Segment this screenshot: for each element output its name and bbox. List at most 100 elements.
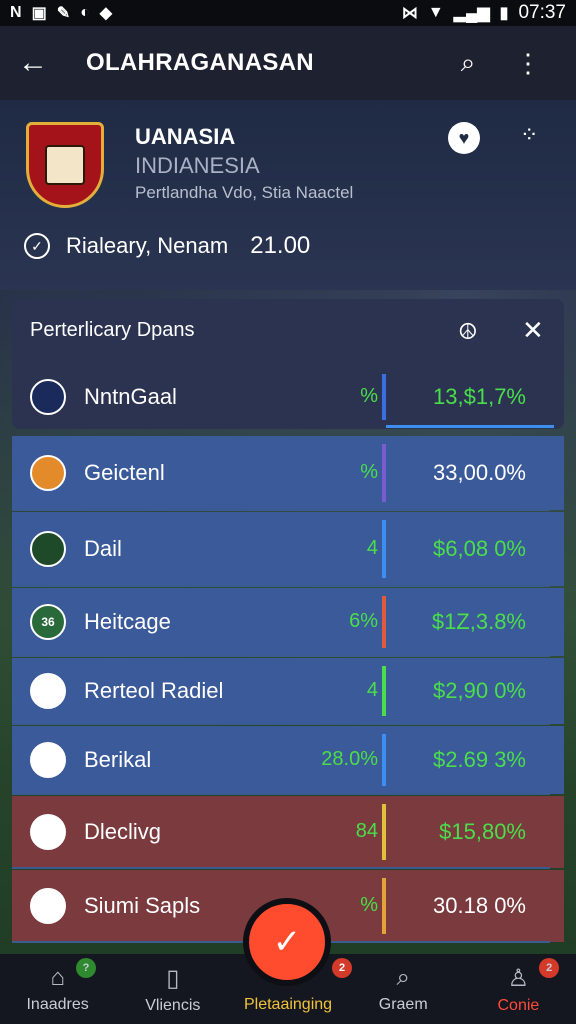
battery-icon: ▮ xyxy=(499,5,509,22)
row-divider-bar xyxy=(382,878,386,934)
club-logo-icon xyxy=(30,379,66,415)
row-name: Berikal xyxy=(84,747,152,772)
row-divider-bar xyxy=(382,520,386,578)
row-percentage: % xyxy=(360,894,378,916)
team-description: Pertlandha Vdo, Stia Naactel xyxy=(135,183,354,202)
row-value: $2,90 0% xyxy=(433,678,526,703)
club-logo-icon xyxy=(30,455,66,491)
row-percentage: % xyxy=(360,385,378,407)
club-logo-icon xyxy=(30,742,66,778)
row-separator xyxy=(12,585,550,587)
edit-icon: ✎ xyxy=(56,5,71,22)
nav-label: Inaadres xyxy=(26,996,89,1013)
row-percentage: 84 xyxy=(355,820,378,842)
row-divider-bar xyxy=(382,804,386,860)
row-divider-bar xyxy=(382,444,386,502)
active-underline xyxy=(386,425,554,428)
row-percentage: % xyxy=(360,461,378,483)
row-separator xyxy=(12,723,550,725)
nav-item-home[interactable]: ⌂ Inaadres ? xyxy=(0,954,115,1024)
back-arrow-icon[interactable]: ← xyxy=(18,46,68,80)
home-icon: ⌂ xyxy=(50,964,65,991)
close-icon[interactable]: ✕ xyxy=(522,315,544,346)
row-name: Heitcage xyxy=(84,609,171,634)
nav-label: Vliencis xyxy=(145,996,201,1014)
match-time: 21.00 xyxy=(250,232,311,259)
row-name: Rerteol Radiel xyxy=(84,678,224,703)
row-divider-bar xyxy=(382,734,386,786)
row-name: NntnGaal xyxy=(84,384,177,409)
row-divider-bar xyxy=(382,596,386,648)
nav-label: Pletaainging xyxy=(243,996,333,1013)
row-separator xyxy=(12,655,550,657)
more-vert-icon[interactable]: ⋮ xyxy=(498,48,558,79)
team-crest-icon xyxy=(26,122,104,208)
nav-item-profile[interactable]: ♙ Conie 2 xyxy=(461,954,576,1024)
no-signal-icon: ⋈ xyxy=(401,5,418,22)
team-subtitle: INDIANESIA xyxy=(135,153,260,178)
check-fab-button[interactable]: ✓ xyxy=(243,898,331,986)
status-bar: N ▣ ✎ ◐ ◆ ⋈ ▼ ▂▄▆ ▮ 07:37 xyxy=(0,0,576,26)
clock-icon: ✓ xyxy=(24,233,50,259)
search-icon[interactable]: ⌕ xyxy=(438,47,498,79)
match-label: Rialeary, Nenam xyxy=(66,233,229,258)
nav-label: Conie xyxy=(497,996,540,1014)
nav-item-clipboard[interactable]: ▯ Vliencis xyxy=(115,954,230,1024)
row-value: $2.69 3% xyxy=(433,747,526,772)
row-percentage: 4 xyxy=(366,679,378,701)
n-icon: N xyxy=(10,4,22,21)
grid-menu-icon[interactable]: ⁘ xyxy=(520,122,538,148)
row-name: Dail xyxy=(84,536,122,561)
stats-row[interactable]: NntnGaal% 13,$1,7% xyxy=(12,366,564,428)
club-logo-icon xyxy=(30,888,66,924)
row-separator xyxy=(12,793,550,795)
search-icon: ⌕ xyxy=(396,964,410,991)
clipboard-icon: ▯ xyxy=(166,964,180,992)
row-value: $15,80% xyxy=(439,819,526,844)
stats-row[interactable]: Dleclivg 84 $15,80% xyxy=(12,796,564,868)
row-percentage: 28.0% xyxy=(321,748,378,770)
nav-label: Graem xyxy=(378,996,428,1013)
row-separator xyxy=(12,509,550,511)
fab-badge: 2 xyxy=(332,958,352,978)
whatsapp-icon: ◐ xyxy=(80,4,90,21)
club-logo-icon xyxy=(30,673,66,709)
match-info: ✓ Rialeary, Nenam 21.00 xyxy=(24,232,310,260)
row-value: $1Z,3.8% xyxy=(431,609,526,634)
stats-row[interactable]: Berikal 28.0% $2.69 3% xyxy=(12,726,564,794)
stats-row[interactable]: 36 Heitcage 6% $1Z,3.8% xyxy=(12,588,564,656)
wifi-icon: ▼ xyxy=(427,4,444,21)
stats-row[interactable]: Dail 4 $6,08 0% xyxy=(12,512,564,586)
panel-title: Perterlicary Dpans xyxy=(30,319,195,341)
badge: ? xyxy=(76,958,97,978)
profile-icon: ♙ xyxy=(507,964,530,992)
status-time: 07:37 xyxy=(518,2,566,23)
club-logo-icon xyxy=(30,531,66,567)
row-value: 30.18 0% xyxy=(433,893,526,918)
row-separator xyxy=(12,867,550,869)
signal-icon: ▂▄▆ xyxy=(453,5,490,22)
row-value: $6,08 0% xyxy=(433,536,526,561)
badge: 2 xyxy=(539,958,560,978)
heart-icon[interactable]: ♥ xyxy=(448,122,480,154)
row-divider-bar xyxy=(382,666,386,716)
stats-row[interactable]: Rerteol Radiel 4 $2,90 0% xyxy=(12,658,564,724)
club-logo-icon: 36 xyxy=(30,604,66,640)
row-value: 33,00.0% xyxy=(433,460,526,485)
app-bar: ← OLAHRAGANASAN ⌕ ⋮ xyxy=(0,26,576,100)
row-percentage: 6% xyxy=(349,610,378,632)
row-percentage: 4 xyxy=(366,537,378,559)
app-title: OLAHRAGANASAN xyxy=(86,49,314,76)
nav-item-search[interactable]: ⌕ Graem xyxy=(346,954,461,1024)
club-logo-icon xyxy=(30,814,66,850)
team-name: UANASIA xyxy=(135,124,236,149)
globe-icon[interactable]: ☮ xyxy=(458,319,478,345)
row-name: Siumi Sapls xyxy=(84,893,201,918)
row-name: Geictenl xyxy=(84,460,165,485)
row-divider-bar xyxy=(382,374,386,420)
row-name: Dleclivg xyxy=(84,819,162,844)
stats-row[interactable]: Geictenl% 33,00.0% xyxy=(12,436,564,510)
dot-icon: ◆ xyxy=(99,5,113,22)
image-icon: ▣ xyxy=(31,5,47,22)
row-value: 13,$1,7% xyxy=(433,384,526,409)
